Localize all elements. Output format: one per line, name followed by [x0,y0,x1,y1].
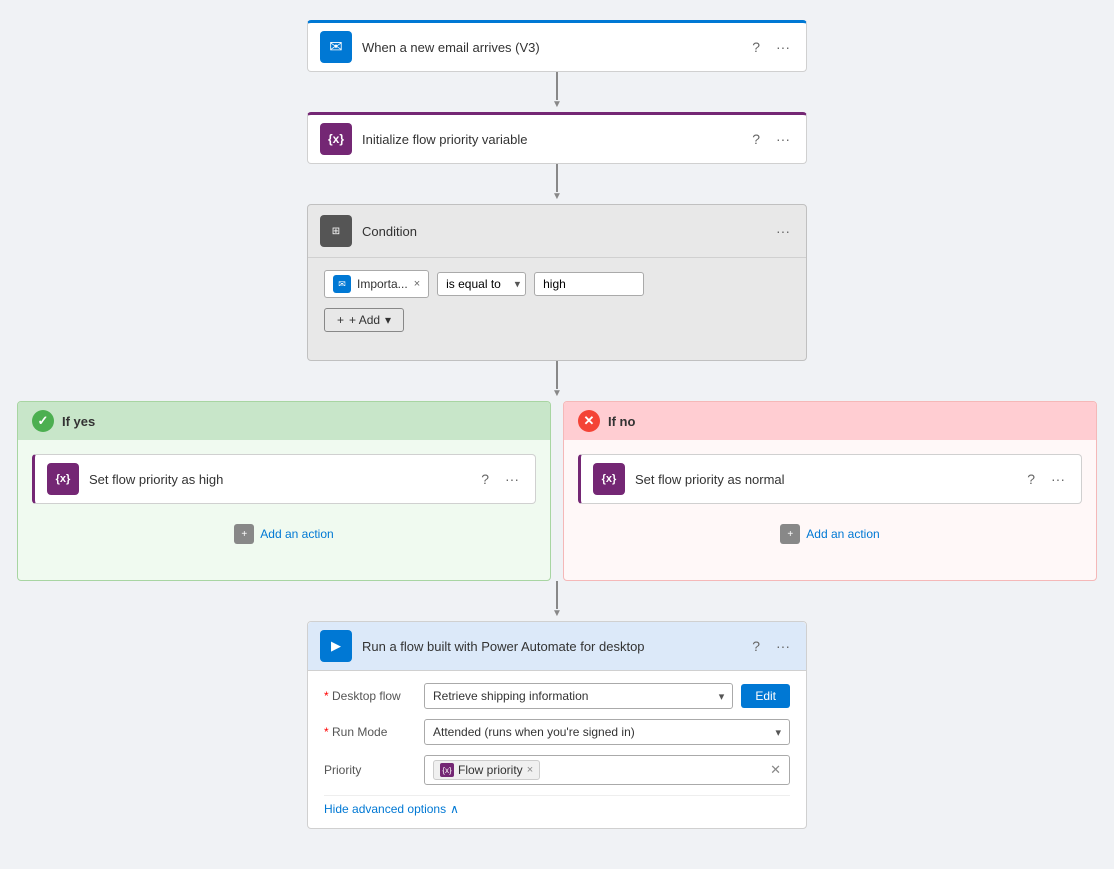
condition-pill[interactable]: ✉ Importa... × [324,270,429,298]
desktop-flow-value: Retrieve shipping information [433,689,719,703]
set-normal-icon: {x} [593,463,625,495]
email-trigger-icon: ✉ [320,31,352,63]
priority-field-close-btn[interactable]: ✕ [770,762,781,778]
branch-no: ✕ If no {x} Set flow priority as normal … [563,401,1097,581]
condition-title: Condition [362,224,764,239]
set-high-icon: {x} [47,463,79,495]
priority-field: {x} Flow priority × ✕ [424,755,790,785]
condition-header: ⊞ Condition ··· [308,205,806,258]
pill-close-btn[interactable]: × [414,278,420,290]
init-variable-more-btn[interactable]: ··· [772,129,794,149]
arrow-4 [552,581,562,621]
priority-control: {x} Flow priority × ✕ [424,755,790,785]
pill-label: Importa... [357,277,408,291]
set-normal-help-btn[interactable]: ? [1023,469,1039,489]
run-mode-control: Attended (runs when you're signed in) ▾ [424,719,790,745]
init-variable-title: Initialize flow priority variable [362,132,740,147]
no-add-action-btn[interactable]: + Add an action [578,520,1082,548]
x-icon: ✕ [578,410,600,432]
email-trigger-help-btn[interactable]: ? [748,37,764,57]
operator-select-wrap: is equal to [437,272,526,296]
desktop-flow-dropdown[interactable]: Retrieve shipping information ▾ [424,683,733,709]
pill-icon: ✉ [333,275,351,293]
desktop-flow-control: Retrieve shipping information ▾ Edit [424,683,790,709]
run-flow-help-btn[interactable]: ? [748,636,764,656]
priority-tag-close-btn[interactable]: × [527,764,533,776]
arrow-3 [552,361,562,401]
desktop-flow-row: Desktop flow Retrieve shipping informati… [324,683,790,709]
condition-card: ⊞ Condition ··· ✉ Importa... × is equal … [307,204,807,361]
set-priority-normal-card: {x} Set flow priority as normal ? ··· [578,454,1082,504]
run-flow-header: ▶ Run a flow built with Power Automate f… [308,622,806,671]
priority-tag-label: Flow priority [458,763,523,777]
run-mode-row: Run Mode Attended (runs when you're sign… [324,719,790,745]
branches-row: ✓ If yes {x} Set flow priority as high ?… [17,401,1097,581]
run-mode-dropdown[interactable]: Attended (runs when you're signed in) ▾ [424,719,790,745]
priority-label: Priority [324,763,424,777]
run-flow-body: Desktop flow Retrieve shipping informati… [308,671,806,828]
check-icon: ✓ [32,410,54,432]
branch-yes-label: If yes [62,414,95,429]
set-priority-high-card: {x} Set flow priority as high ? ··· [32,454,536,504]
operator-select[interactable]: is equal to [437,272,526,296]
hide-advanced-chevron: ∧ [450,802,459,816]
priority-row: Priority {x} Flow priority × ✕ [324,755,790,785]
init-variable-icon: {x} [320,123,352,155]
condition-icon: ⊞ [320,215,352,247]
branch-yes-header: ✓ If yes [18,402,550,440]
email-trigger-card: ✉ When a new email arrives (V3) ? ··· [307,20,807,72]
email-trigger-more-btn[interactable]: ··· [772,37,794,57]
no-add-action-icon: + [780,524,800,544]
condition-body: ✉ Importa... × is equal to + + Add ▾ [308,258,806,344]
branch-no-header: ✕ If no [564,402,1096,440]
desktop-flow-label: Desktop flow [324,689,424,703]
add-label: + Add [349,313,380,327]
yes-add-action-label: Add an action [260,527,333,541]
branch-no-label: If no [608,414,635,429]
set-high-help-btn[interactable]: ? [477,469,493,489]
set-normal-more-btn[interactable]: ··· [1047,469,1069,489]
run-flow-more-btn[interactable]: ··· [772,636,794,656]
yes-add-action-icon: + [234,524,254,544]
add-icon: + [337,313,344,327]
branch-yes-content: {x} Set flow priority as high ? ··· + Ad… [18,440,550,562]
set-high-title: Set flow priority as high [89,472,469,487]
arrow-2 [552,164,562,204]
edit-btn[interactable]: Edit [741,684,790,708]
run-flow-title: Run a flow built with Power Automate for… [362,639,740,654]
branch-no-content: {x} Set flow priority as normal ? ··· + … [564,440,1096,562]
add-condition-btn[interactable]: + + Add ▾ [324,308,404,332]
arrow-1 [552,72,562,112]
add-chevron: ▾ [385,313,391,327]
init-variable-help-btn[interactable]: ? [748,129,764,149]
condition-row: ✉ Importa... × is equal to [324,270,790,298]
desktop-flow-chevron: ▾ [719,690,725,703]
run-mode-label: Run Mode [324,725,424,739]
run-flow-icon: ▶ [320,630,352,662]
yes-add-action-btn[interactable]: + Add an action [32,520,536,548]
hide-advanced-btn[interactable]: Hide advanced options ∧ [324,795,790,816]
run-mode-value: Attended (runs when you're signed in) [433,725,775,739]
run-flow-card: ▶ Run a flow built with Power Automate f… [307,621,807,829]
set-normal-title: Set flow priority as normal [635,472,1015,487]
set-high-more-btn[interactable]: ··· [501,469,523,489]
hide-advanced-label: Hide advanced options [324,802,446,816]
no-add-action-label: Add an action [806,527,879,541]
condition-value-input[interactable] [534,272,644,296]
priority-tag: {x} Flow priority × [433,760,540,780]
init-variable-card: {x} Initialize flow priority variable ? … [307,112,807,164]
branch-yes: ✓ If yes {x} Set flow priority as high ?… [17,401,551,581]
run-mode-chevron: ▾ [775,726,781,739]
condition-more-btn[interactable]: ··· [772,221,794,241]
priority-tag-icon: {x} [440,763,454,777]
email-trigger-title: When a new email arrives (V3) [362,40,740,55]
